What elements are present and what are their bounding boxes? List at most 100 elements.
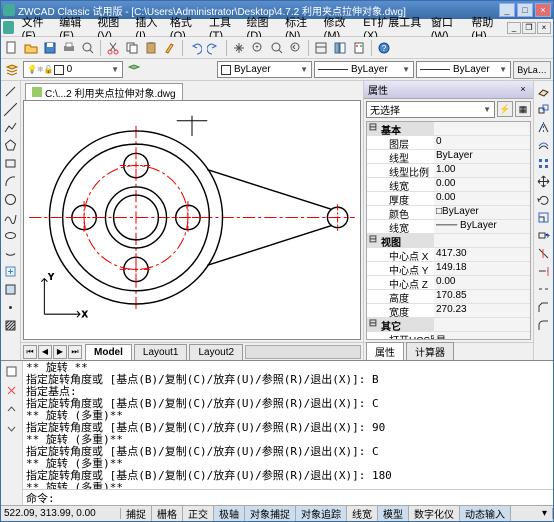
app-menu-icon[interactable] [3,21,14,34]
status-osnap[interactable]: 对象捕捉 [245,506,296,521]
properties-grid[interactable]: ⊟基本图层0线型ByLayer线型比例1.00线宽0.00厚度0.00颜色□By… [366,121,531,340]
designcenter-icon[interactable] [331,39,349,57]
status-snap[interactable]: 捕捉 [121,506,152,521]
cmd-hide-icon[interactable] [3,420,20,437]
tab-last-icon[interactable]: ⏭ [68,345,82,359]
cut-icon[interactable] [104,39,122,57]
prop-group-基本[interactable]: ⊟基本 [367,122,530,136]
status-ortho[interactable]: 正交 [183,506,214,521]
properties-close-icon[interactable]: × [517,84,529,96]
tab-model[interactable]: Model [85,344,132,360]
match-icon[interactable] [161,39,179,57]
properties-icon[interactable] [312,39,330,57]
redo-icon[interactable] [205,39,223,57]
trim-icon[interactable] [535,245,552,262]
pline-icon[interactable] [2,119,19,136]
zoom-window-icon[interactable] [268,39,286,57]
prop-row[interactable]: 中心点 Z0.00 [367,276,530,290]
copy-icon[interactable] [123,39,141,57]
help-icon[interactable]: ? [375,39,393,57]
cmd-history-icon[interactable] [3,363,20,380]
insert-icon[interactable] [2,263,19,280]
hatch-icon[interactable] [2,317,19,334]
cmd-up-icon[interactable] [3,401,20,418]
arc-icon[interactable] [2,173,19,190]
copy-obj-icon[interactable] [535,101,552,118]
command-history[interactable]: ** 旋转 ** 指定旋转角度或 [基点(B)/复制(C)/放弃(U)/参照(R… [23,361,553,489]
command-input[interactable]: 命令: [23,489,553,505]
properties-titlebar[interactable]: 属性 × [364,81,533,99]
break-icon[interactable] [535,281,552,298]
open-icon[interactable] [22,39,40,57]
status-lwt[interactable]: 线宽 [347,506,378,521]
offset-icon[interactable] [535,137,552,154]
prop-row[interactable]: 高度170.85 [367,290,530,304]
tab-properties[interactable]: 属性 [366,342,404,361]
quick-select-icon[interactable]: ⚡ [497,101,513,117]
preview-icon[interactable] [79,39,97,57]
prop-group-视图[interactable]: ⊟视图 [367,234,530,248]
tab-layout2[interactable]: Layout2 [189,344,243,360]
extend-icon[interactable] [535,263,552,280]
close-button[interactable]: × [535,3,551,17]
status-coord[interactable]: 522.09, 313.99, 0.00 [1,508,121,519]
status-otrack[interactable]: 对象追踪 [296,506,347,521]
point-icon[interactable] [2,299,19,316]
prop-row[interactable]: 颜色□ByLayer [367,206,530,220]
prop-row[interactable]: 打开UCS图标是 [367,332,530,340]
prop-row[interactable]: 宽度270.23 [367,304,530,318]
stretch-icon[interactable] [535,227,552,244]
prop-row[interactable]: 线型ByLayer [367,150,530,164]
maximize-button[interactable]: □ [517,3,533,17]
array-icon[interactable] [535,155,552,172]
block-icon[interactable] [2,281,19,298]
zoom-prev-icon[interactable] [287,39,305,57]
tab-first-icon[interactable]: ⏮ [23,345,37,359]
tab-next-icon[interactable]: ▶ [53,345,67,359]
move-icon[interactable] [535,173,552,190]
selection-combo[interactable]: 无选择 ▼ [366,101,495,118]
status-grid[interactable]: 栅格 [152,506,183,521]
mirror-icon[interactable] [535,119,552,136]
scale-icon[interactable] [535,209,552,226]
linetype-combo[interactable]: ByLayer ▼ [314,61,414,78]
status-model[interactable]: 模型 [378,506,409,521]
pan-icon[interactable] [230,39,248,57]
mdi-close[interactable]: × [537,22,551,34]
prop-row[interactable]: 厚度0.00 [367,192,530,206]
line-icon[interactable] [2,83,19,100]
fillet-icon[interactable] [535,317,552,334]
select-objects-icon[interactable]: ▦ [515,101,531,117]
prop-row[interactable]: 线宽─── ByLayer [367,220,530,234]
polygon-icon[interactable] [2,137,19,154]
status-dyn[interactable]: 动态输入 [460,506,511,521]
tab-layout1[interactable]: Layout1 [134,344,188,360]
rotate-icon[interactable] [535,191,552,208]
color-combo[interactable]: ByLayer ▼ [217,61,312,78]
xline-icon[interactable] [2,101,19,118]
layer-combo[interactable]: 💡❄🔓 0 ▼ [23,61,123,78]
prop-row[interactable]: 中心点 X417.30 [367,248,530,262]
hscroll[interactable] [245,345,361,359]
mdi-minimize[interactable]: _ [507,22,521,34]
prop-row[interactable]: 中心点 Y149.18 [367,262,530,276]
mdi-restore[interactable]: ❐ [522,22,536,34]
toolpalette-icon[interactable] [350,39,368,57]
layer-prev-icon[interactable] [125,61,143,79]
tab-calculator[interactable]: 计算器 [406,342,454,361]
ellipse-icon[interactable] [2,227,19,244]
status-polar[interactable]: 极轴 [214,506,245,521]
cmd-clean-icon[interactable] [3,382,20,399]
status-tablet[interactable]: 数字化仪 [409,506,460,521]
print-icon[interactable] [60,39,78,57]
tab-prev-icon[interactable]: ◀ [38,345,52,359]
bylayer-button[interactable]: ByLa… [513,61,551,79]
erase-icon[interactable] [535,83,552,100]
paste-icon[interactable] [142,39,160,57]
document-tab[interactable]: C:\...2 利用夹点拉伸对象.dwg [25,83,183,100]
circle-icon[interactable] [2,191,19,208]
new-icon[interactable] [3,39,21,57]
prop-row[interactable]: 线型比例1.00 [367,164,530,178]
lineweight-combo[interactable]: ByLayer ▼ [416,61,511,78]
status-tray-icon[interactable]: ▾ [537,508,553,519]
